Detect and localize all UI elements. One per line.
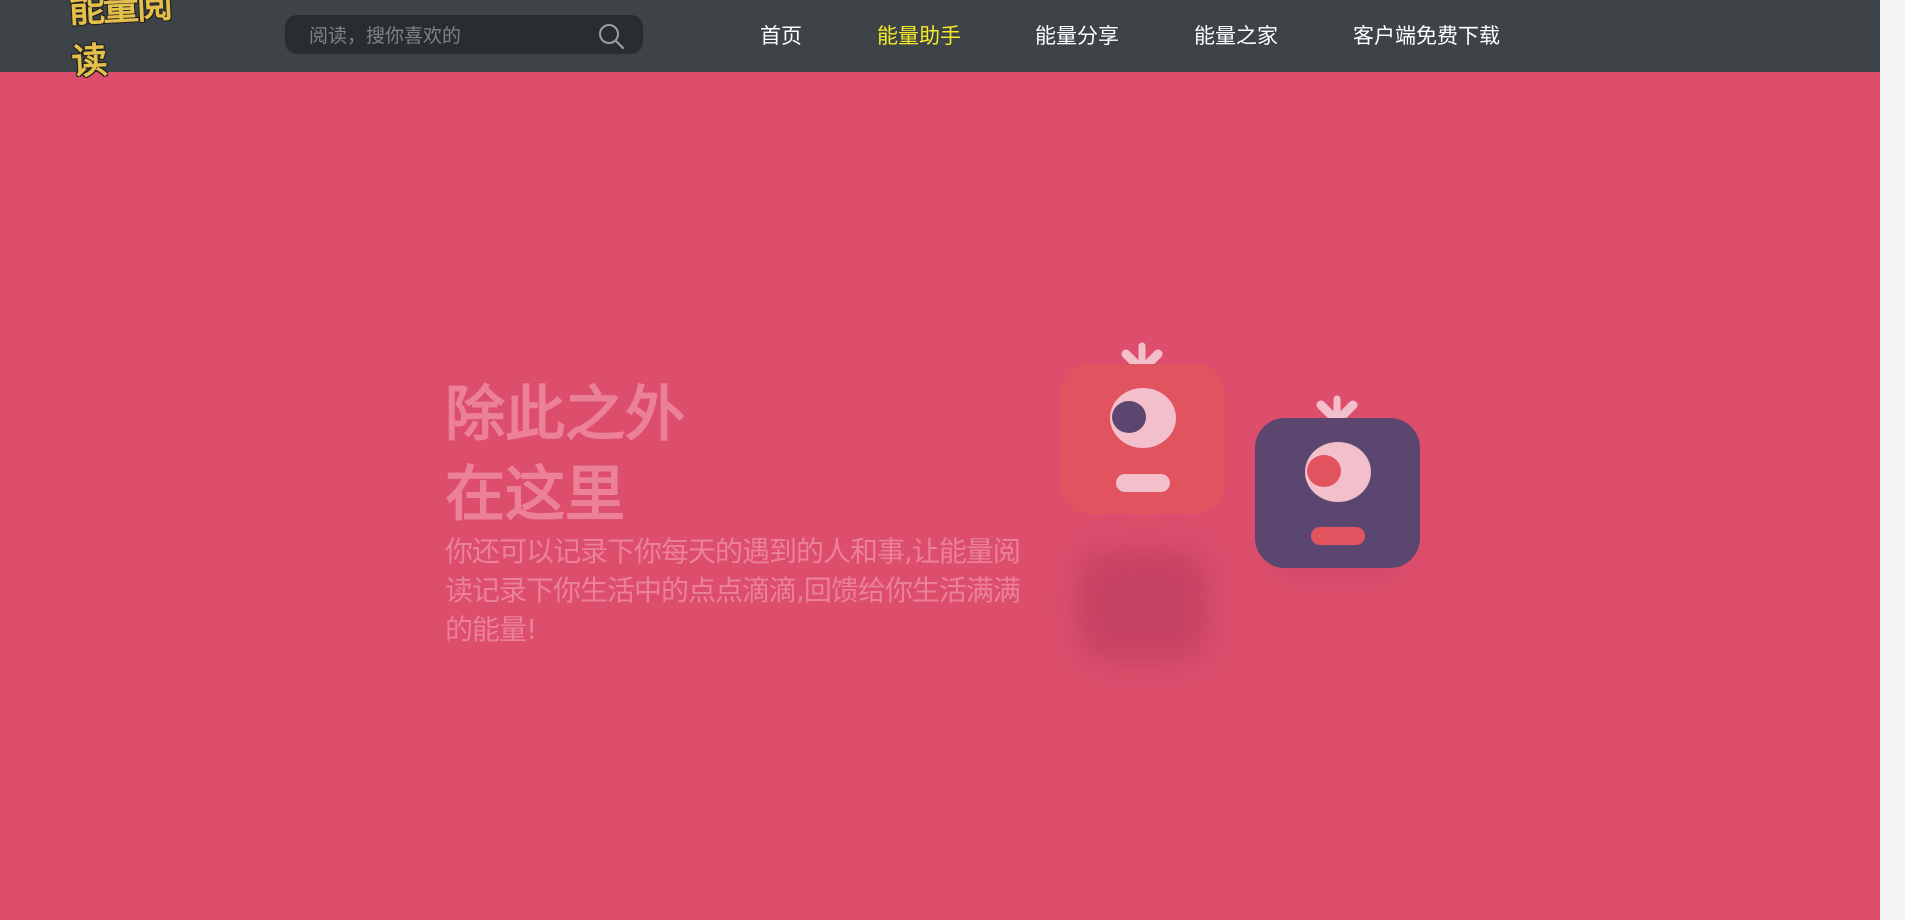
robot-face bbox=[1305, 442, 1371, 545]
nav-energy-assistant[interactable]: 能量助手 bbox=[877, 18, 961, 54]
robot-body bbox=[1060, 364, 1225, 514]
nav-energy-share[interactable]: 能量分享 bbox=[1035, 18, 1119, 54]
robot-face bbox=[1110, 388, 1176, 492]
nav-home[interactable]: 首页 bbox=[760, 18, 802, 54]
nav-energy-home[interactable]: 能量之家 bbox=[1194, 18, 1278, 54]
scrollbar-track[interactable] bbox=[1880, 0, 1905, 920]
nav-client-download[interactable]: 客户端免费下载 bbox=[1353, 18, 1500, 54]
top-header: 能量阅读 首页 能量助手 能量分享 能量之家 客户端免费下载 bbox=[0, 0, 1880, 83]
search-icon[interactable] bbox=[597, 22, 625, 50]
purple-robot-icon bbox=[1255, 395, 1420, 595]
site-logo[interactable]: 能量阅读 bbox=[68, 0, 196, 83]
search-input[interactable] bbox=[307, 15, 591, 56]
main-area: 能量阅读 首页 能量助手 能量分享 能量之家 客户端免费下载 除此之外 在这里 … bbox=[0, 0, 1880, 920]
page: 能量阅读 首页 能量助手 能量分享 能量之家 客户端免费下载 除此之外 在这里 … bbox=[0, 0, 1905, 920]
red-robot-icon bbox=[1060, 340, 1225, 670]
search-box bbox=[285, 15, 643, 56]
hero-description: 你还可以记录下你每天的遇到的人和事,让能量阅读记录下你生活中的点点滴滴,回馈给你… bbox=[445, 535, 1021, 646]
hero-title: 除此之外 在这里 bbox=[445, 375, 685, 535]
hero-title-line1: 除此之外 bbox=[445, 380, 685, 450]
robot-shadow bbox=[1078, 550, 1208, 660]
hero-title-line2: 在这里 bbox=[445, 460, 625, 530]
robot-body bbox=[1255, 418, 1420, 568]
